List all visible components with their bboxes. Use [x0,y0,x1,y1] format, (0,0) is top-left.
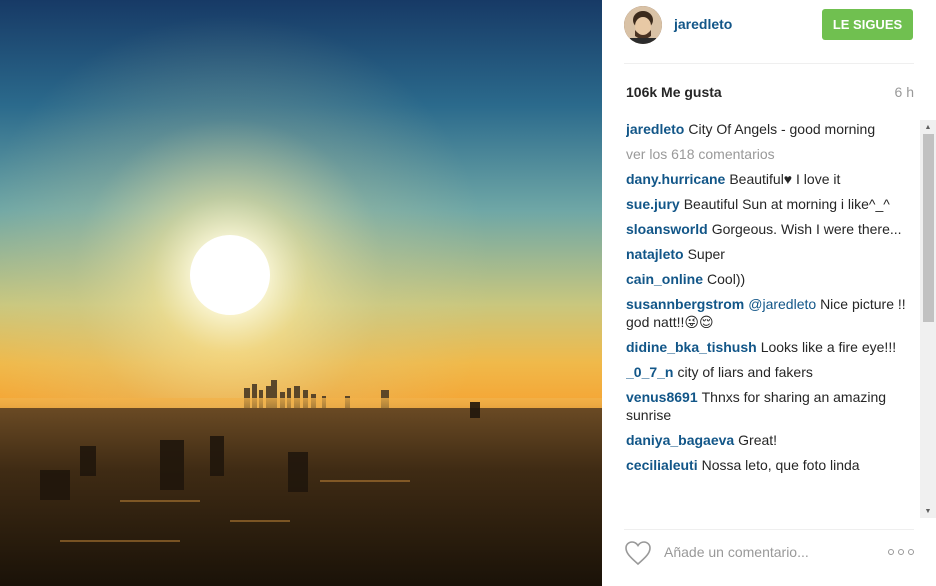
comment-text: Beautiful♥ I love it [729,171,841,187]
avatar-icon [624,6,662,44]
comment-item: didine_bka_tishush Looks like a fire eye!… [626,338,920,356]
post-time[interactable]: 6 h [895,84,914,100]
comment-item: sloansworld Gorgeous. Wish I were there..… [626,220,920,238]
comments-scrollbar[interactable]: ▲ ▼ [920,120,936,518]
comment-item: sue.jury Beautiful Sun at morning i like^… [626,195,920,213]
comment-username[interactable]: _0_7_n [626,364,673,380]
comment-text: Super [687,246,725,262]
caption-text: City Of Angels - good morning [688,121,876,137]
comment-text: Cool)) [707,271,746,287]
comment-text: Looks like a fire eye!!! [760,339,897,355]
comment-text: city of liars and fakers [677,364,813,380]
like-count[interactable]: 106k Me gusta [626,84,722,100]
comment-item: daniya_bagaeva Great! [626,431,920,449]
add-comment-input[interactable] [664,542,874,562]
comment-item: venus8691 Thnxs for sharing an amazing su… [626,388,920,424]
scroll-up-arrow-icon[interactable]: ▲ [920,120,936,134]
scroll-down-arrow-icon[interactable]: ▼ [920,504,936,518]
comment-text: Nossa leto, que foto linda [701,457,860,473]
divider [624,529,914,530]
following-button[interactable]: LE SIGUES [822,9,913,40]
comment-username[interactable]: didine_bka_tishush [626,339,757,355]
comment-username[interactable]: natajleto [626,246,684,262]
post-header: jaredleto LE SIGUES [602,0,936,64]
comment-username[interactable]: susannbergstrom [626,296,744,312]
post-modal: jaredleto LE SIGUES 106k Me gusta 6 h ja… [0,0,936,586]
comment-username[interactable]: dany.hurricane [626,171,725,187]
comment-item: cecilialeuti Nossa leto, que foto linda [626,456,920,474]
divider [624,63,914,64]
post-photo[interactable] [0,0,602,586]
comment-text: Beautiful Sun at morning i like^_^ [683,196,890,212]
view-all-comments-link[interactable]: ver los 618 comentarios [626,145,920,163]
comment-item: susannbergstrom @jaredleto Nice picture !… [626,295,920,331]
comment-username[interactable]: cain_online [626,271,703,287]
comments-list[interactable]: jaredleto City Of Angels - good morning v… [626,120,920,518]
comment-item: natajleto Super [626,245,920,263]
user-avatar[interactable] [624,6,662,44]
sunrise-cityscape-image [0,0,602,586]
more-options-icon[interactable] [888,543,914,561]
comment-mention[interactable]: @jaredleto [748,296,816,312]
caption-username[interactable]: jaredleto [626,121,684,137]
caption: jaredleto City Of Angels - good morning [626,120,920,138]
comment-username[interactable]: daniya_bagaeva [626,432,734,448]
comment-username[interactable]: cecilialeuti [626,457,698,473]
comment-item: dany.hurricane Beautiful♥ I love it [626,170,920,188]
post-username[interactable]: jaredleto [674,16,732,32]
comment-username[interactable]: sue.jury [626,196,680,212]
comment-item: _0_7_n city of liars and fakers [626,363,920,381]
post-sidebar: jaredleto LE SIGUES 106k Me gusta 6 h ja… [602,0,936,586]
comment-username[interactable]: sloansworld [626,221,708,237]
comment-bar [624,538,914,568]
comment-item: cain_online Cool)) [626,270,920,288]
comment-text: Great! [738,432,778,448]
comment-username[interactable]: venus8691 [626,389,698,405]
likes-row: 106k Me gusta 6 h [626,84,914,104]
comment-text: Gorgeous. Wish I were there... [711,221,902,237]
heart-icon[interactable] [624,540,652,566]
scrollbar-thumb[interactable] [923,134,934,322]
